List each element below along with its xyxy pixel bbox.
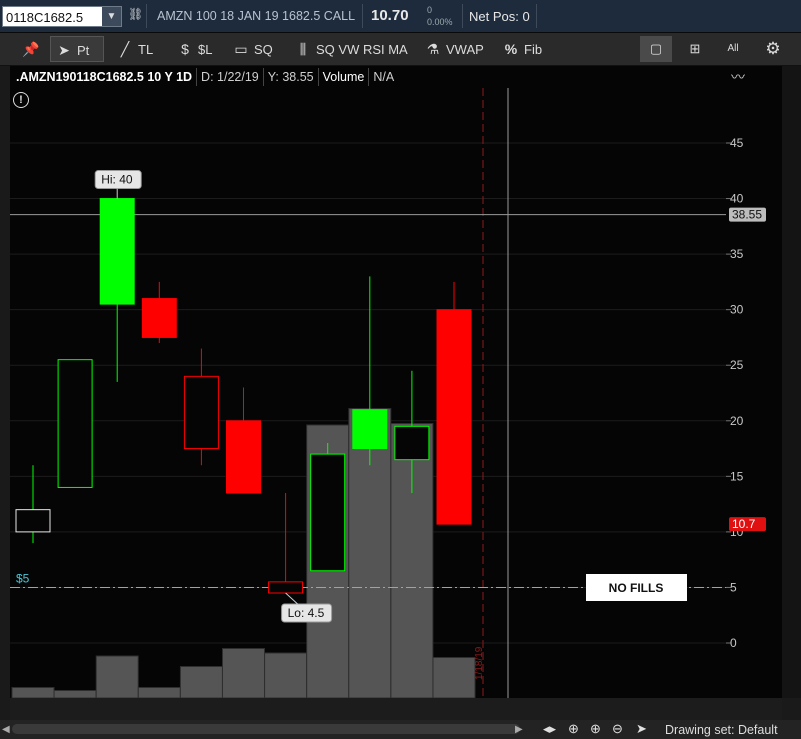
volume-bar bbox=[432, 657, 476, 699]
candle-body bbox=[226, 420, 261, 494]
candle-body bbox=[15, 509, 51, 533]
scroll-right-icon[interactable]: ▶ bbox=[515, 724, 523, 735]
high-label: Hi: 40 bbox=[101, 173, 133, 187]
candle-body bbox=[141, 298, 177, 338]
candle-body bbox=[352, 409, 388, 450]
volume-label: Volume bbox=[319, 68, 370, 86]
volume-bar bbox=[95, 655, 139, 699]
horizontal-scrollbar[interactable] bbox=[12, 724, 520, 734]
cursor-price-tag: 38.55 bbox=[732, 208, 762, 222]
crosshair-icon[interactable]: ⊕ bbox=[568, 721, 579, 737]
y-tick-label: 5 bbox=[730, 580, 737, 594]
low-pointer bbox=[285, 592, 298, 605]
alert-line-label: $5 bbox=[16, 571, 30, 585]
y-tick-label: 20 bbox=[730, 414, 744, 428]
candle-body bbox=[99, 198, 135, 305]
volume-bar bbox=[53, 690, 97, 699]
volume-bar bbox=[222, 648, 265, 699]
chart-canvas: 0510152025303540451/18/19$538.5510.7Hi: … bbox=[10, 88, 766, 717]
expiry-label: 1/18/19 bbox=[474, 646, 485, 680]
time-axis[interactable] bbox=[10, 698, 782, 720]
alert-icon[interactable]: ! bbox=[13, 92, 29, 108]
no-fills-label: NO FILLS bbox=[609, 581, 664, 595]
y-tick-label: 0 bbox=[730, 636, 737, 650]
low-label: Lo: 4.5 bbox=[288, 606, 325, 620]
chart-symbol: .AMZN190118C1682.5 10 Y 1D bbox=[12, 68, 198, 86]
volume-bar bbox=[179, 666, 223, 699]
zoom-horizontal-icon[interactable]: ◂▸ bbox=[543, 721, 556, 737]
candle-body bbox=[436, 309, 472, 525]
y-tick-label: 15 bbox=[730, 469, 744, 483]
chart-info-bar: .AMZN190118C1682.5 10 Y 1D D: 1/22/19 Y: 3… bbox=[12, 68, 398, 86]
candle-body bbox=[310, 453, 346, 572]
pointer-icon[interactable]: ➤ bbox=[636, 721, 647, 737]
chart-date-readout: D: 1/22/19 bbox=[197, 68, 264, 86]
drawing-set-selector[interactable]: Drawing set: Default bbox=[665, 723, 778, 737]
zoom-in-icon[interactable]: ⊕ bbox=[590, 721, 601, 737]
last-price-tag: 10.7 bbox=[732, 517, 756, 531]
y-tick-label: 25 bbox=[730, 358, 744, 372]
candle-body bbox=[57, 359, 93, 488]
y-tick-label: 40 bbox=[730, 192, 744, 206]
scroll-left-icon[interactable]: ◀ bbox=[2, 724, 10, 735]
y-tick-label: 35 bbox=[730, 247, 744, 261]
volume-value: N/A bbox=[373, 70, 395, 84]
chart-style-icon[interactable]: 〰 bbox=[731, 67, 751, 85]
volume-bar bbox=[137, 687, 181, 699]
volume-bar bbox=[264, 652, 308, 699]
volume-bar bbox=[11, 687, 55, 699]
candle-body bbox=[183, 375, 219, 450]
candle-body bbox=[394, 425, 430, 461]
candle-body bbox=[268, 581, 304, 594]
zoom-out-icon[interactable]: ⊖ bbox=[612, 721, 623, 737]
chart-y-readout: Y: 38.55 bbox=[264, 68, 319, 86]
y-tick-label: 30 bbox=[730, 303, 744, 317]
y-tick-label: 45 bbox=[730, 136, 744, 150]
